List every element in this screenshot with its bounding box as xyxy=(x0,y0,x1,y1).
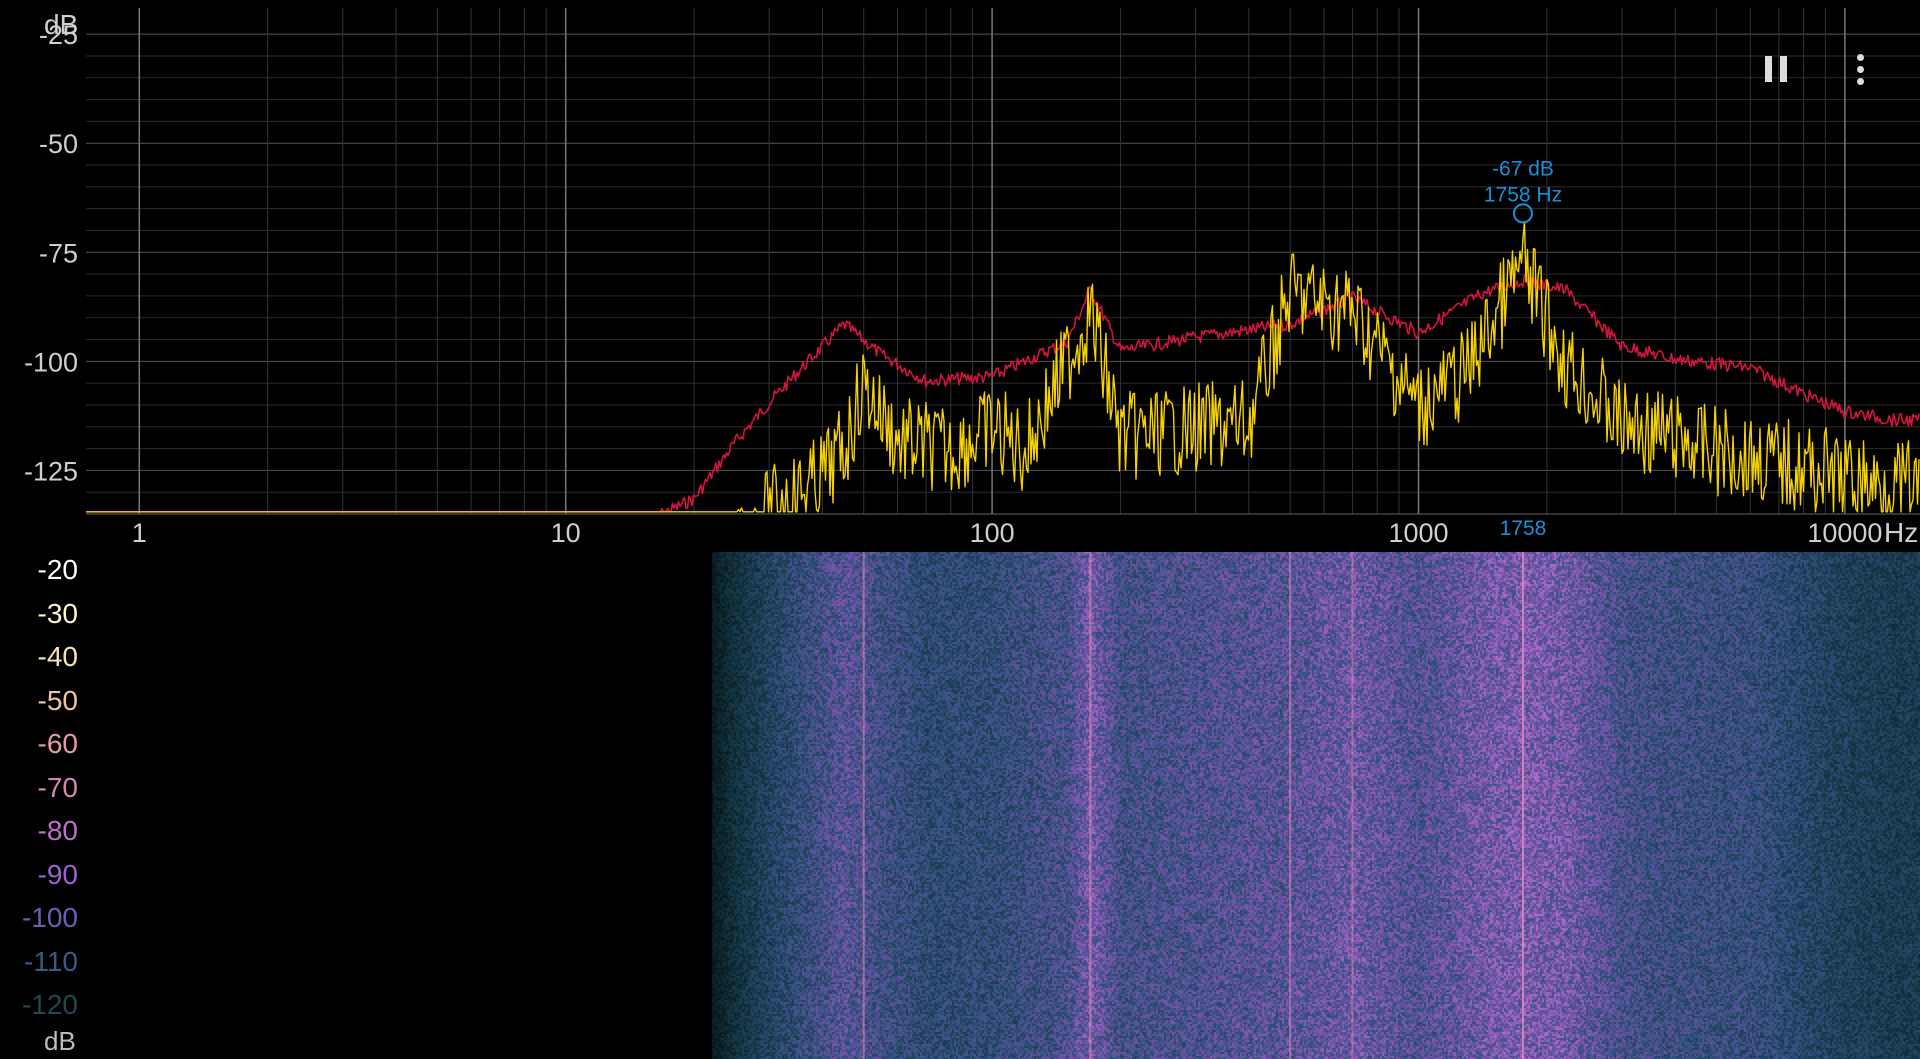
color-scale-label: -80 xyxy=(37,815,78,846)
color-scale-label: -30 xyxy=(37,597,78,629)
y-axis-tick-label: -75 xyxy=(39,238,78,268)
peak-level-label: -67 dB xyxy=(1492,157,1554,180)
y-axis-unit-label: dB xyxy=(44,9,78,40)
color-scale-label: -70 xyxy=(37,771,78,803)
x-axis-tick-label: 1 xyxy=(132,518,147,548)
spectrum-chart: -25-50-75-100-125 1 10 100 1000 10000 dB Hz … xyxy=(0,0,1920,552)
y-axis-tick-label: -50 xyxy=(39,129,78,159)
x-axis-unit-label: Hz xyxy=(1884,517,1918,548)
peak-frequency-label: 1758 Hz xyxy=(1484,183,1562,206)
color-scale-label: -40 xyxy=(37,641,78,672)
color-scale-labels: -20 -30 -40 -50 -60 -70 -80 -90 -100 -110 -120 xyxy=(0,552,90,1059)
color-scale-label: -50 xyxy=(37,684,78,716)
spectrogram-panel: -20 -30 -40 -50 -60 -70 -80 -90 -100 -110 -120 dB xyxy=(0,552,1920,1059)
spectrum-analyzer-app: -25 -50 -75 -100 -125 1 10 100 1000 10000 dB Hz … xyxy=(0,0,1920,1059)
x-axis-tick-label: 100 xyxy=(970,518,1015,548)
color-scale-label: -60 xyxy=(37,728,78,759)
more-options-button[interactable] xyxy=(1836,46,1884,94)
color-scale-label: -90 xyxy=(37,858,78,890)
color-scale-label: -120 xyxy=(21,989,78,1020)
color-scale-label: -100 xyxy=(21,902,78,933)
color-scale-label: -110 xyxy=(24,945,78,977)
peak-axis-marker: 1758 xyxy=(1500,517,1547,540)
x-axis-tick-label: 1000 xyxy=(1388,518,1448,548)
color-scale-label: -20 xyxy=(37,554,78,585)
x-axis-tick-label: 10 xyxy=(551,518,581,548)
spectrogram-unit-label: dB xyxy=(44,1026,76,1056)
y-axis-tick-label: -100 xyxy=(24,347,78,377)
y-axis-tick-label: -125 xyxy=(24,456,78,486)
x-axis-tick-label: 10000 xyxy=(1807,518,1882,548)
pause-button[interactable] xyxy=(1752,46,1800,94)
spectrogram-peak-lines xyxy=(862,552,1524,1059)
